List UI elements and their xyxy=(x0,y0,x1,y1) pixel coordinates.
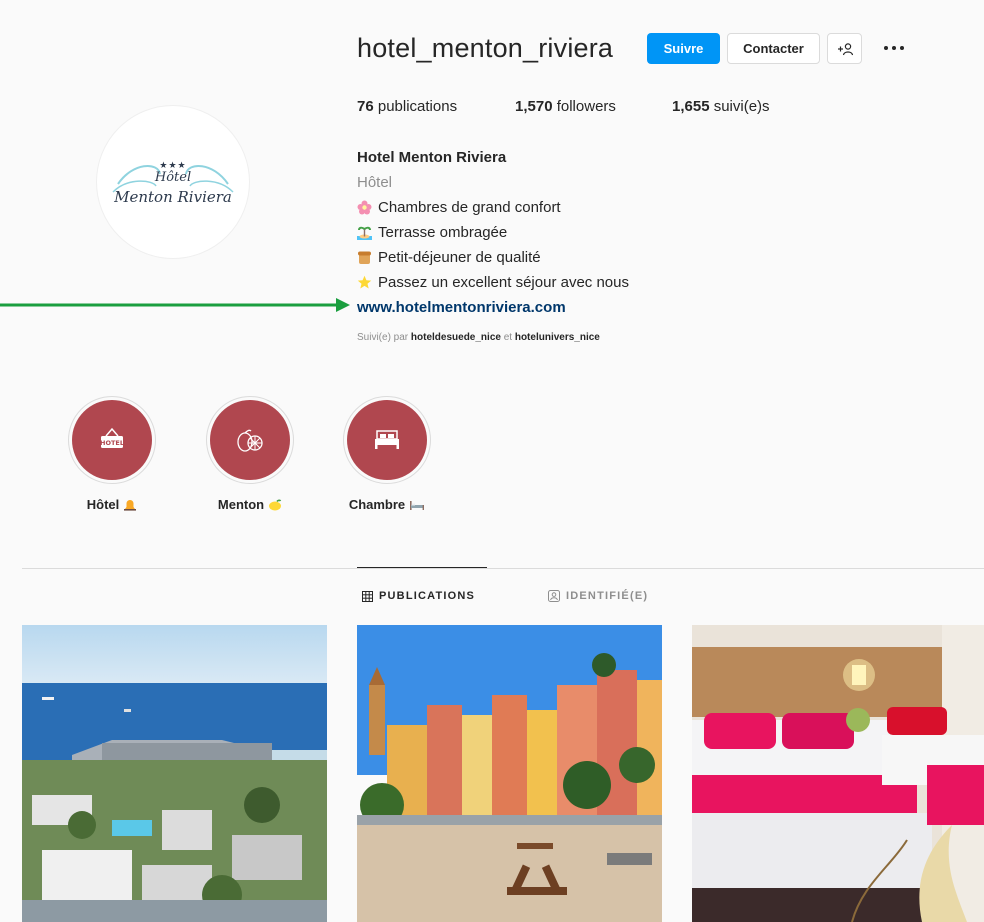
profile-full-name: Hotel Menton Riviera xyxy=(357,149,507,166)
lemon-emoji-icon xyxy=(269,499,282,510)
highlight-cover: HOTEL xyxy=(72,400,152,480)
bio-line-text: Passez un excellent séjour avec nous xyxy=(378,274,629,291)
highlight-label: Hôtel xyxy=(86,497,120,512)
bell-icon xyxy=(124,499,137,511)
bio-line-text: Terrasse ombragée xyxy=(378,224,508,241)
posts-stat: 76 publications xyxy=(357,98,457,115)
suggest-accounts-button[interactable] xyxy=(827,33,862,64)
highlight-ring xyxy=(343,396,431,484)
ellipsis-dot xyxy=(900,46,904,50)
profile-username: hotel_menton_riviera xyxy=(357,33,614,63)
ellipsis-dot xyxy=(892,46,896,50)
tab-publications[interactable]: PUBLICATIONS xyxy=(362,590,475,602)
bio-line: Passez un excellent séjour avec nous xyxy=(357,270,629,295)
contact-button[interactable]: Contacter xyxy=(727,33,820,64)
tab-label: IDENTIFIÉ(E) xyxy=(566,590,649,602)
followed-separator: et xyxy=(500,332,515,343)
bread-icon xyxy=(358,251,371,264)
hotel-sign-text: HOTEL xyxy=(100,439,124,447)
follow-button[interactable]: Suivre xyxy=(647,33,720,64)
flower-icon xyxy=(357,200,372,215)
highlight-label-row: Hôtel xyxy=(67,497,157,512)
logo-line2: Menton Riviera xyxy=(114,188,232,206)
profile-bio: Hotel Menton Riviera Hôtel Chambres de g… xyxy=(357,145,629,320)
following-stat[interactable]: 1,655 suivi(e)s xyxy=(672,98,770,115)
ellipsis-dot xyxy=(884,46,888,50)
highlight-label-row: Chambre xyxy=(342,497,432,512)
post-thumbnail[interactable] xyxy=(692,625,984,922)
profile-page: ★★★ Hôtel Menton Riviera hotel_menton_ri… xyxy=(0,0,984,922)
following-label: suivi(e)s xyxy=(709,98,770,115)
followed-user-link[interactable]: hoteldesuede_nice xyxy=(411,332,501,343)
annotation-arrow xyxy=(0,298,350,312)
highlight-cover xyxy=(210,400,290,480)
highlight-menton[interactable]: Menton xyxy=(205,396,295,512)
post-image-coast xyxy=(22,625,327,922)
highlight-label: Menton xyxy=(217,497,265,512)
post-thumbnail[interactable] xyxy=(357,625,662,922)
bio-line-text: Chambres de grand confort xyxy=(378,199,561,216)
highlight-label: Chambre xyxy=(348,497,406,512)
post-image-old-town xyxy=(357,625,662,922)
star-icon xyxy=(357,275,372,289)
website-link[interactable]: www.hotelmentonriviera.com xyxy=(357,295,629,320)
add-person-icon xyxy=(837,42,853,55)
followed-by: Suivi(e) par hoteldesuede_nice et hotelu… xyxy=(357,332,600,343)
bio-line: Petit-déjeuner de qualité xyxy=(357,245,629,270)
highlight-ring: HOTEL xyxy=(68,396,156,484)
bio-line: Terrasse ombragée xyxy=(357,220,629,245)
active-tab-indicator xyxy=(357,567,487,568)
tabs-divider xyxy=(22,568,984,569)
palm-island-icon xyxy=(357,226,372,240)
highlight-label-row: Menton xyxy=(205,497,295,512)
hotel-sign-icon: HOTEL xyxy=(100,427,124,448)
followers-count: 1,570 xyxy=(515,98,553,115)
tab-identifie[interactable]: IDENTIFIÉ(E) xyxy=(548,590,648,602)
profile-category: Hôtel xyxy=(357,174,393,191)
following-count: 1,655 xyxy=(672,98,710,115)
bed-icon xyxy=(375,430,399,449)
followed-prefix: Suivi(e) par xyxy=(357,332,411,343)
tab-label: PUBLICATIONS xyxy=(379,590,476,602)
posts-label: publications xyxy=(373,98,458,115)
posts-count: 76 xyxy=(357,98,374,115)
profile-avatar[interactable]: ★★★ Hôtel Menton Riviera xyxy=(96,105,250,259)
post-thumbnail[interactable] xyxy=(22,625,327,922)
highlight-ring xyxy=(206,396,294,484)
followers-stat[interactable]: 1,570 followers xyxy=(515,98,616,115)
tag-icon xyxy=(548,590,560,602)
grid-icon xyxy=(362,590,373,602)
followed-user-link[interactable]: hotelunivers_nice xyxy=(515,332,600,343)
followers-label: followers xyxy=(552,98,616,115)
logo-line1: Hôtel xyxy=(154,170,192,185)
highlight-hotel[interactable]: HOTEL Hôtel xyxy=(67,396,157,512)
highlight-chambre[interactable]: Chambre xyxy=(342,396,432,512)
bio-line-text: Petit-déjeuner de qualité xyxy=(378,249,541,266)
hotel-logo: ★★★ Hôtel Menton Riviera xyxy=(98,122,248,242)
bio-line: Chambres de grand confort xyxy=(357,195,629,220)
more-options-button[interactable] xyxy=(880,36,908,60)
lemon-icon xyxy=(237,429,263,452)
bed-emoji-icon xyxy=(410,500,425,510)
highlight-cover xyxy=(347,400,427,480)
post-image-bedroom xyxy=(692,625,984,922)
